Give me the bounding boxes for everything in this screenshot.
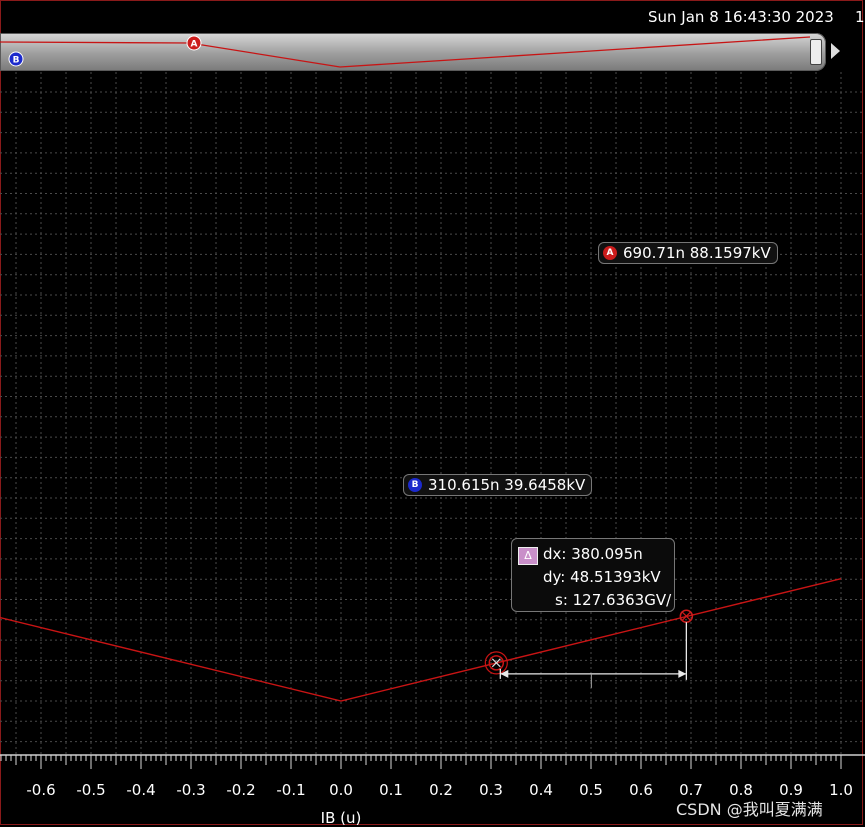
x-axis: -0.6 -0.5 -0.4 -0.3 -0.2 -0.1 0.0 0.1 0.2 0.3 0.4 0… [0, 754, 865, 799]
x-tick-label: 0.5 [579, 781, 603, 799]
plot-grid [0, 72, 865, 755]
x-tick-label: 0.1 [379, 781, 403, 799]
marker-a-badge: A [603, 246, 617, 260]
x-tick-label: -0.6 [26, 781, 55, 799]
marker-b-badge: B [408, 478, 422, 492]
delta-slope: s: 127.6363GV/ [555, 591, 672, 609]
x-tick-label: 0.3 [479, 781, 503, 799]
x-tick-label: -0.5 [76, 781, 105, 799]
x-tick-label: 0.4 [529, 781, 553, 799]
x-tick-label: -0.2 [226, 781, 255, 799]
delta-icon: Δ [518, 547, 538, 565]
x-tick-label: 1.0 [829, 781, 853, 799]
x-tick-label: 0.2 [429, 781, 453, 799]
watermark-text: CSDN @我叫夏满满 [676, 800, 823, 819]
x-tick-label: -0.4 [126, 781, 155, 799]
marker-a-value: 690.71n 88.1597kV [623, 244, 771, 262]
x-tick-label: 0.0 [329, 781, 353, 799]
delta-dx: dx: 380.095n [543, 545, 643, 563]
marker-measurement-lines [484, 609, 694, 688]
marker-b-value: 310.615n 39.6458kV [428, 476, 586, 494]
marker-b-readout[interactable]: B 310.615n 39.6458kV [403, 474, 593, 496]
marker-a-readout[interactable]: A 690.71n 88.1597kV [598, 242, 778, 264]
waveform-plot[interactable]: -0.6 -0.5 -0.4 -0.3 -0.2 -0.1 0.0 0.1 0.2 0.3 0.4 0… [0, 0, 865, 827]
delta-readout-panel[interactable]: Δ dx: 380.095n dy: 48.51393kV s: 127.636… [511, 538, 675, 612]
x-tick-label: -0.1 [276, 781, 305, 799]
x-axis-label: IB (u) [321, 809, 362, 827]
delta-arrow-right [678, 669, 687, 678]
delta-dy: dy: 48.51393kV [543, 568, 661, 586]
x-tick-label: -0.3 [176, 781, 205, 799]
x-tick-label: 0.6 [629, 781, 653, 799]
